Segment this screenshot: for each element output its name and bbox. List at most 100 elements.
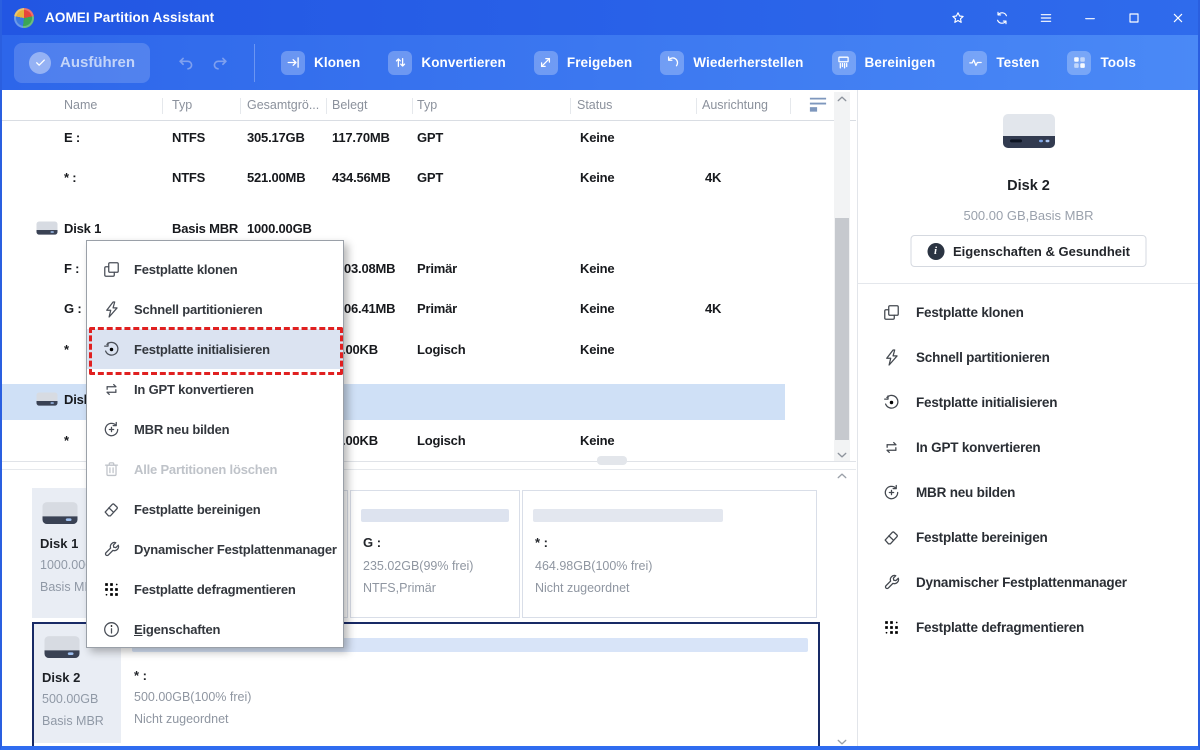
- redo-button[interactable]: [208, 51, 232, 75]
- menu-item-label: Festplatte initialisieren: [134, 341, 270, 357]
- splitter-handle[interactable]: [597, 456, 627, 465]
- check-icon: [29, 51, 51, 74]
- menu-item-schnell-partitionieren[interactable]: Schnell partitionieren: [87, 289, 343, 329]
- column-header[interactable]: Gesamtgrö...: [247, 98, 319, 112]
- table-scrollbar: [834, 92, 850, 462]
- menu-item-festplatte-klonen[interactable]: Festplatte klonen: [87, 249, 343, 289]
- sidebar-action-festplatte-klonen[interactable]: Festplatte klonen: [882, 290, 1182, 335]
- sidebar-action-label: Dynamischer Festplattenmanager: [916, 575, 1127, 590]
- scroll-down-arrow[interactable]: [834, 448, 850, 462]
- close-icon: [1170, 10, 1186, 26]
- column-header[interactable]: Typ: [417, 98, 437, 112]
- toolbar-item-freigeben[interactable]: Freigeben: [533, 50, 633, 75]
- toolbar-item-testen[interactable]: Testen: [963, 50, 1039, 75]
- clone-icon: [882, 303, 901, 322]
- sidebar-action-festplatte-defragmentieren[interactable]: Festplatte defragmentieren: [882, 605, 1182, 650]
- toolbar-item-konvertieren[interactable]: Konvertieren: [388, 50, 506, 75]
- header-separator: [326, 98, 327, 114]
- cell-align: 4K: [705, 170, 722, 185]
- cell-name: F :: [64, 261, 80, 276]
- sidebar-action-label: MBR neu bilden: [916, 485, 1016, 500]
- undo-icon: [179, 57, 193, 70]
- header-separator: [790, 98, 791, 114]
- properties-health-button[interactable]: i Eigenschaften & Gesundheit: [910, 235, 1147, 267]
- partition-size: 464.98GB(100% frei): [535, 559, 653, 573]
- column-header[interactable]: Belegt: [332, 98, 367, 112]
- sidebar-action-label: Festplatte initialisieren: [916, 395, 1058, 410]
- menu-item-festplatte-defragmentieren[interactable]: Festplatte defragmentieren: [87, 569, 343, 609]
- toolbar-item-label: Bereinigen: [864, 55, 936, 70]
- column-header[interactable]: Name: [64, 98, 97, 112]
- hamburger-icon: [1038, 10, 1054, 26]
- table-row-star[interactable]: * : NTFS 521.00MB 434.56MB GPT Keine 4K: [2, 162, 832, 196]
- partition-fs: Nicht zugeordnet: [134, 712, 229, 726]
- initialize-icon: [102, 340, 121, 359]
- minimize-button[interactable]: [1080, 8, 1100, 28]
- cell-status: Keine: [580, 301, 615, 316]
- scrollbar-thumb[interactable]: [835, 218, 849, 440]
- panel-scroll-down-arrow[interactable]: [835, 736, 849, 746]
- flash-icon: [102, 300, 121, 319]
- column-header[interactable]: Status: [577, 98, 612, 112]
- execute-button[interactable]: Ausführen: [14, 42, 150, 83]
- menu-item-mbr-neu-bilden[interactable]: MBR neu bilden: [87, 409, 343, 449]
- menu-item-festplatte-bereinigen[interactable]: Festplatte bereinigen: [87, 489, 343, 529]
- cell-status: Keine: [580, 433, 615, 448]
- menu-item-dynamischer-festplattenmanager[interactable]: Dynamischer Festplattenmanager: [87, 529, 343, 569]
- close-button[interactable]: [1168, 8, 1188, 28]
- window-title: AOMEI Partition Assistant: [45, 10, 215, 25]
- sidebar-action-mbr-neu-bilden[interactable]: MBR neu bilden: [882, 470, 1182, 515]
- menu-item-label: Schnell partitionieren: [134, 301, 263, 317]
- info-icon: [102, 620, 121, 639]
- header-separator: [570, 98, 571, 114]
- toolbar-item-klonen[interactable]: Klonen: [281, 50, 361, 75]
- table-header: Name Typ Gesamtgrö... Belegt Typ Status Ausric…: [2, 92, 856, 121]
- panel-scroll-up-arrow[interactable]: [835, 470, 849, 482]
- maximize-icon: [1126, 10, 1142, 26]
- toolbar-item-tools[interactable]: Tools: [1067, 50, 1136, 75]
- undo-button[interactable]: [174, 51, 198, 75]
- info-circle-icon: i: [927, 242, 945, 260]
- convert-badge-icon: [388, 50, 413, 75]
- sync-button[interactable]: [992, 8, 1012, 28]
- disk1-partition-block-1[interactable]: G : 235.02GB(99% frei) NTFS,Primär: [350, 490, 520, 618]
- star-button[interactable]: [948, 8, 968, 28]
- toolbar-item-bereinigen[interactable]: Bereinigen: [831, 50, 936, 75]
- scroll-up-arrow[interactable]: [834, 92, 850, 106]
- column-header[interactable]: Ausrichtung: [702, 98, 768, 112]
- cell-ptype: Logisch: [417, 433, 466, 448]
- maximize-button[interactable]: [1124, 8, 1144, 28]
- cell-status: Keine: [580, 261, 615, 276]
- sidebar-action-schnell-partitionieren[interactable]: Schnell partitionieren: [882, 335, 1182, 380]
- disk1-partition-block-2[interactable]: * : 464.98GB(100% frei) Nicht zugeordnet: [522, 490, 817, 618]
- sync-icon: [994, 10, 1010, 26]
- right-sidebar: Disk 2 500.00 GB,Basis MBR i Eigenschaft…: [857, 90, 1198, 746]
- header-separator: [412, 98, 413, 114]
- cell-size: 1000.00GB: [247, 221, 312, 236]
- toolbar-item-label: Freigeben: [566, 55, 633, 70]
- column-header[interactable]: Typ: [172, 98, 192, 112]
- sidebar-action-dynamischer-festplattenmanager[interactable]: Dynamischer Festplattenmanager: [882, 560, 1182, 605]
- column-settings-icon[interactable]: [807, 95, 829, 113]
- menu-item-eigenschaften[interactable]: Eigenschaften: [87, 609, 343, 649]
- menu-item-festplatte-initialisieren[interactable]: Festplatte initialisieren: [87, 329, 343, 369]
- hamburger-button[interactable]: [1036, 8, 1056, 28]
- toolbar-item-label: Wiederherstellen: [693, 55, 804, 70]
- disk2-card-name: Disk 2: [42, 670, 81, 685]
- sidebar-action-festplatte-initialisieren[interactable]: Festplatte initialisieren: [882, 380, 1182, 425]
- app-logo-icon: [14, 7, 34, 28]
- menu-item-label: Festplatte bereinigen: [134, 501, 261, 517]
- sidebar-action-festplatte-bereinigen[interactable]: Festplatte bereinigen: [882, 515, 1182, 560]
- sidebar-action-in-gpt-konvertieren[interactable]: In GPT konvertieren: [882, 425, 1182, 470]
- wrench-icon: [102, 540, 121, 559]
- toolbar-item-label: Klonen: [314, 55, 361, 70]
- menu-item-in-gpt-konvertieren[interactable]: In GPT konvertieren: [87, 369, 343, 409]
- partition-label: * :: [535, 535, 548, 550]
- table-row-E[interactable]: E : NTFS 305.17GB 117.70MB GPT Keine: [2, 122, 832, 156]
- clone-icon: [102, 260, 121, 279]
- sidebar-divider: [858, 283, 1198, 284]
- cell-used: 434.56MB: [332, 170, 391, 185]
- menu-item-label: Eigenschaften: [134, 621, 221, 637]
- toolbar-item-wiederherstellen[interactable]: Wiederherstellen: [660, 50, 804, 75]
- initialize-icon: [882, 393, 901, 412]
